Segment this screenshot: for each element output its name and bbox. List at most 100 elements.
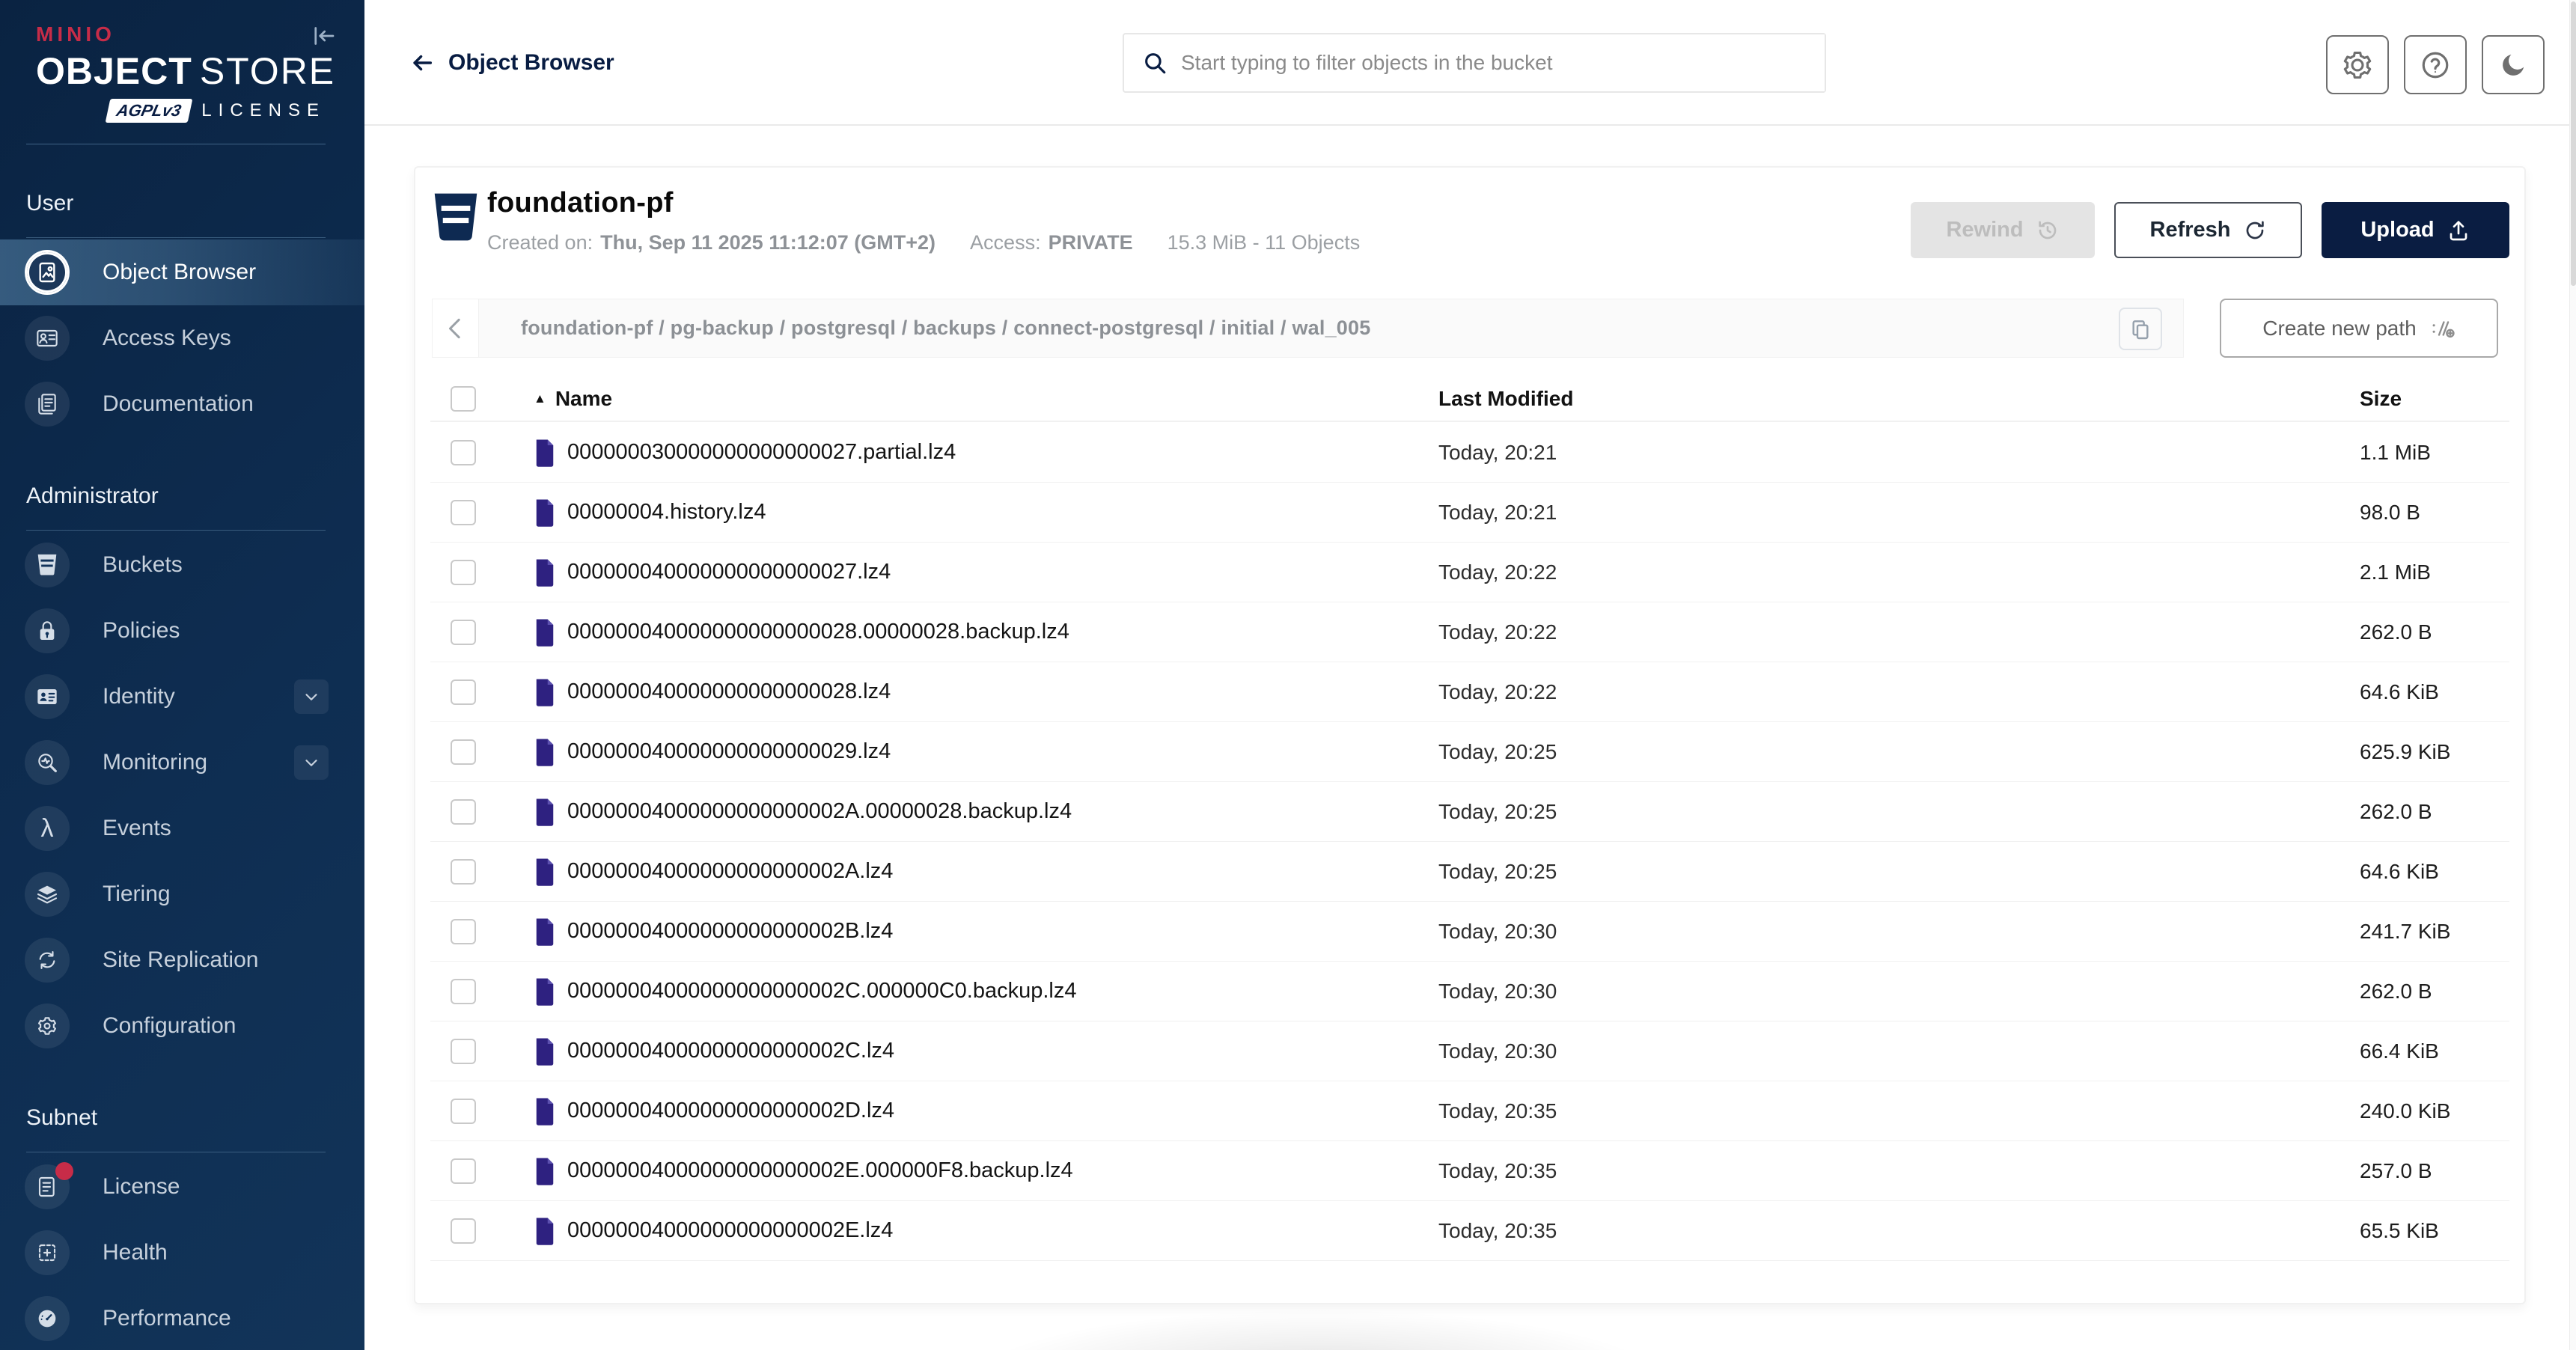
table-row[interactable]: 000000040000000000000027.lz4 Today, 20:2… <box>430 543 2509 602</box>
site-replication-icon <box>25 938 70 983</box>
sidebar-section: Administrator Buckets Policies Identity … <box>0 483 364 1059</box>
object-last-modified: Today, 20:25 <box>1438 740 2360 764</box>
search-icon <box>1142 50 1168 76</box>
sidebar-item-object-browser[interactable]: Object Browser <box>0 239 364 305</box>
object-name: 00000004000000000000002C.lz4 <box>567 1039 894 1063</box>
table-row[interactable]: 00000004000000000000002C.000000C0.backup… <box>430 962 2509 1021</box>
table-row[interactable]: 00000004000000000000002A.lz4 Today, 20:2… <box>430 842 2509 902</box>
table-row[interactable]: 00000004000000000000002E.000000F8.backup… <box>430 1141 2509 1201</box>
row-checkbox[interactable] <box>451 560 476 585</box>
table-row[interactable]: 00000004000000000000002E.lz4 Today, 20:3… <box>430 1201 2509 1261</box>
dark-mode-button[interactable] <box>2482 35 2545 94</box>
main-content: foundation-pf Created on: Thu, Sep 11 20… <box>364 127 2576 1350</box>
bucket-icon <box>432 192 480 242</box>
table-row[interactable]: 000000030000000000000027.partial.lz4 Tod… <box>430 423 2509 483</box>
row-checkbox[interactable] <box>451 1158 476 1184</box>
select-all-checkbox[interactable] <box>451 386 476 412</box>
sidebar-item-health[interactable]: Health <box>0 1220 364 1286</box>
object-name: 000000030000000000000027.partial.lz4 <box>567 440 956 465</box>
sidebar-section: User Object Browser Access Keys Document… <box>0 191 364 437</box>
sidebar-collapse-icon[interactable] <box>308 19 341 52</box>
file-icon <box>534 618 556 647</box>
product-name: OBJECTSTORE <box>36 49 329 93</box>
sidebar-item-documentation[interactable]: Documentation <box>0 371 364 437</box>
chevron-down-icon[interactable] <box>294 679 329 714</box>
row-checkbox[interactable] <box>451 1218 476 1244</box>
panel-shadow <box>969 1310 1665 1350</box>
object-name: 000000040000000000000027.lz4 <box>567 560 891 584</box>
page-scrollbar <box>2569 0 2576 1350</box>
sidebar-section-label: Subnet <box>26 1105 364 1131</box>
sidebar-item-configuration[interactable]: Configuration <box>0 993 364 1059</box>
table-row[interactable]: 000000040000000000000029.lz4 Today, 20:2… <box>430 722 2509 782</box>
table-row[interactable]: 00000004000000000000002B.lz4 Today, 20:3… <box>430 902 2509 962</box>
object-name: 000000040000000000000028.lz4 <box>567 679 891 704</box>
sidebar-item-policies[interactable]: Policies <box>0 598 364 664</box>
refresh-button[interactable]: Refresh <box>2114 202 2302 258</box>
table-row[interactable]: 000000040000000000000028.00000028.backup… <box>430 602 2509 662</box>
access-value: PRIVATE <box>1049 231 1133 254</box>
help-button[interactable] <box>2404 35 2467 94</box>
row-checkbox[interactable] <box>451 979 476 1004</box>
search-input[interactable] <box>1181 34 1825 91</box>
page-title: Object Browser <box>448 50 614 76</box>
copy-path-button[interactable] <box>2119 308 2162 350</box>
access-keys-icon <box>25 316 70 361</box>
sidebar-item-buckets[interactable]: Buckets <box>0 532 364 598</box>
back-button[interactable]: Object Browser <box>409 0 614 126</box>
object-size: 262.0 B <box>2360 800 2509 824</box>
row-checkbox[interactable] <box>451 919 476 944</box>
sidebar-item-license[interactable]: License <box>0 1154 364 1220</box>
row-checkbox[interactable] <box>451 440 476 465</box>
sidebar-item-performance[interactable]: Performance <box>0 1286 364 1350</box>
table-row[interactable]: 00000004000000000000002D.lz4 Today, 20:3… <box>430 1081 2509 1141</box>
settings-button[interactable] <box>2326 35 2389 94</box>
object-name: 00000004000000000000002A.00000028.backup… <box>567 799 1072 824</box>
object-last-modified: Today, 20:35 <box>1438 1159 2360 1183</box>
table-row[interactable]: 00000004.history.lz4 Today, 20:21 98.0 B <box>430 483 2509 543</box>
breadcrumb-back-button[interactable] <box>433 299 479 357</box>
row-checkbox[interactable] <box>451 679 476 705</box>
object-size: 66.4 KiB <box>2360 1039 2509 1063</box>
chevron-down-icon[interactable] <box>294 745 329 780</box>
back-arrow-icon <box>409 50 435 76</box>
upload-button[interactable]: Upload <box>2322 202 2509 258</box>
sidebar-item-site-replication[interactable]: Site Replication <box>0 927 364 993</box>
sidebar-item-monitoring[interactable]: Monitoring <box>0 730 364 795</box>
row-checkbox[interactable] <box>451 620 476 645</box>
row-checkbox[interactable] <box>451 500 476 525</box>
breadcrumb-path[interactable]: foundation-pf / pg-backup / postgresql /… <box>521 317 1370 340</box>
app-logo: MINIO OBJECTSTORE AGPLv3 LICENSE <box>0 0 364 123</box>
object-size: 64.6 KiB <box>2360 680 2509 704</box>
sidebar-item-tiering[interactable]: Tiering <box>0 861 364 927</box>
rewind-button[interactable]: Rewind <box>1911 202 2095 258</box>
monitoring-icon <box>25 740 70 785</box>
sidebar-item-access-keys[interactable]: Access Keys <box>0 305 364 371</box>
object-name: 00000004000000000000002B.lz4 <box>567 919 893 944</box>
object-last-modified: Today, 20:22 <box>1438 620 2360 644</box>
bucket-actions: Rewind Refresh Upload <box>1911 202 2509 258</box>
table-row[interactable]: 00000004000000000000002C.lz4 Today, 20:3… <box>430 1021 2509 1081</box>
column-header-name[interactable]: ▲ Name <box>534 387 1438 411</box>
license-icon <box>25 1164 70 1209</box>
table-row[interactable]: 000000040000000000000028.lz4 Today, 20:2… <box>430 662 2509 722</box>
object-name: 000000040000000000000029.lz4 <box>567 739 891 764</box>
create-new-path-button[interactable]: Create new path <box>2220 299 2498 358</box>
divider <box>26 530 326 531</box>
object-size: 262.0 B <box>2360 620 2509 644</box>
row-checkbox[interactable] <box>451 799 476 825</box>
sidebar-item-events[interactable]: λ Events <box>0 795 364 861</box>
row-checkbox[interactable] <box>451 859 476 885</box>
row-checkbox[interactable] <box>451 1039 476 1064</box>
object-size: 240.0 KiB <box>2360 1099 2509 1123</box>
notification-dot <box>55 1162 73 1180</box>
object-last-modified: Today, 20:30 <box>1438 920 2360 944</box>
license-badges: AGPLv3 LICENSE <box>36 99 329 123</box>
object-list: 000000030000000000000027.partial.lz4 Tod… <box>430 423 2509 1261</box>
scrollbar-thumb[interactable] <box>2571 1 2576 286</box>
row-checkbox[interactable] <box>451 739 476 765</box>
row-checkbox[interactable] <box>451 1099 476 1124</box>
buckets-icon <box>25 543 70 587</box>
table-row[interactable]: 00000004000000000000002A.00000028.backup… <box>430 782 2509 842</box>
sidebar-item-identity[interactable]: Identity <box>0 664 364 730</box>
